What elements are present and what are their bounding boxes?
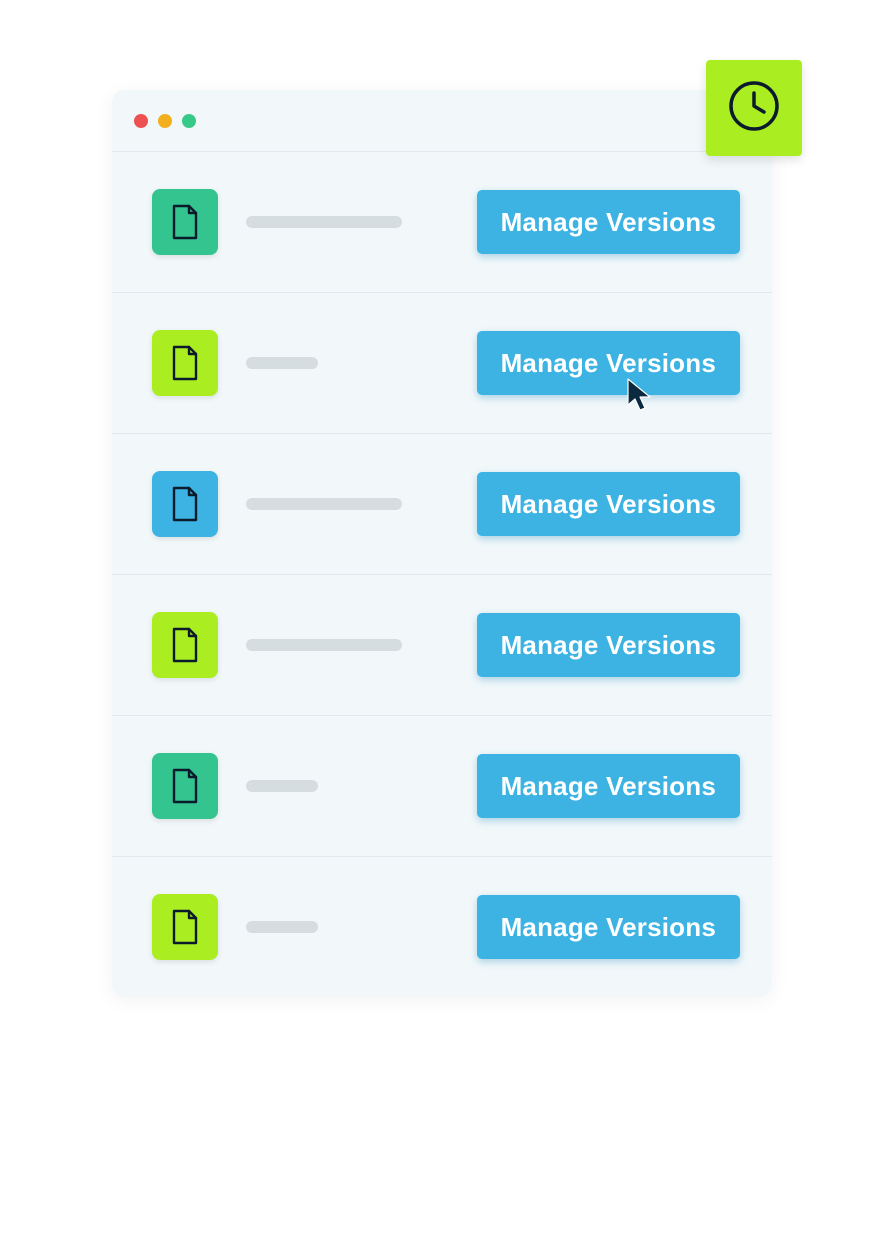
filename-placeholder (246, 921, 318, 933)
manage-versions-button[interactable]: Manage Versions (477, 331, 740, 395)
file-row: Manage Versions (112, 434, 772, 575)
file-row: Manage Versions (112, 857, 772, 997)
filename-placeholder (246, 216, 402, 228)
manage-versions-button[interactable]: Manage Versions (477, 190, 740, 254)
file-list: Manage Versions Manage Versions Manage V… (112, 152, 772, 997)
file-icon (152, 894, 218, 960)
file-row: Manage Versions (112, 293, 772, 434)
file-row: Manage Versions (112, 716, 772, 857)
window-minimize-icon[interactable] (158, 114, 172, 128)
filename-placeholder (246, 639, 402, 651)
file-row: Manage Versions (112, 575, 772, 716)
app-window: Manage Versions Manage Versions Manage V… (112, 90, 772, 997)
file-icon (152, 471, 218, 537)
window-zoom-icon[interactable] (182, 114, 196, 128)
filename-placeholder (246, 498, 402, 510)
file-icon (152, 753, 218, 819)
file-row: Manage Versions (112, 152, 772, 293)
window-titlebar (112, 90, 772, 152)
file-icon (152, 612, 218, 678)
manage-versions-button[interactable]: Manage Versions (477, 895, 740, 959)
filename-placeholder (246, 780, 318, 792)
manage-versions-button[interactable]: Manage Versions (477, 472, 740, 536)
manage-versions-button[interactable]: Manage Versions (477, 613, 740, 677)
clock-icon (727, 79, 781, 138)
file-icon (152, 330, 218, 396)
filename-placeholder (246, 357, 318, 369)
clock-badge (706, 60, 802, 156)
file-icon (152, 189, 218, 255)
window-close-icon[interactable] (134, 114, 148, 128)
manage-versions-button[interactable]: Manage Versions (477, 754, 740, 818)
